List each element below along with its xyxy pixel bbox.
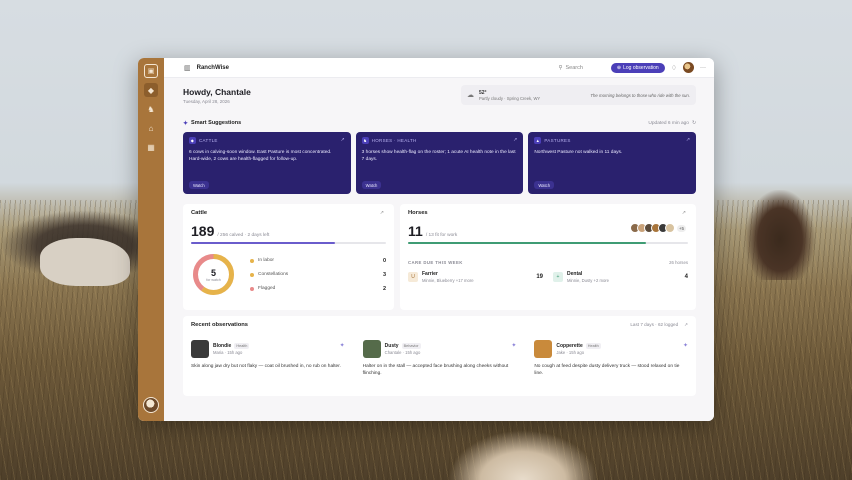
greeting-title: Howdy, Chantale bbox=[183, 87, 251, 97]
horse-avatar bbox=[362, 340, 381, 358]
refresh-icon[interactable]: ↻ bbox=[692, 121, 696, 126]
suggestion-card-pastures[interactable]: ▲ PASTURES ↗ Northwest Pasture not walked… bbox=[528, 132, 697, 194]
bell-icon[interactable]: ♢ bbox=[671, 64, 677, 72]
horses-title: Horses bbox=[408, 210, 428, 216]
cattle-progress-bar bbox=[191, 242, 386, 244]
recent-observations-card: Recent observations Last 7 days · 62 log… bbox=[183, 316, 696, 396]
horse-avatar bbox=[534, 340, 553, 358]
profile-avatar[interactable] bbox=[683, 62, 694, 73]
dashboard-content: Howdy, Chantale Tuesday, April 28, 2026 … bbox=[164, 78, 714, 421]
observation-item[interactable]: Copperette Health Jake · 15h ago ✦ No cou… bbox=[534, 340, 688, 377]
watch-button[interactable]: Watch bbox=[534, 181, 555, 189]
horse-avatar bbox=[191, 340, 209, 358]
sparkle-icon[interactable]: ✦ bbox=[683, 342, 688, 349]
legend-constellations: Constellations 3 bbox=[250, 272, 386, 278]
cloud-icon: ☁ bbox=[467, 92, 474, 99]
care-dental[interactable]: + Dental Minnie, Dusty +2 more 4 bbox=[553, 271, 688, 283]
greeting-date: Tuesday, April 28, 2026 bbox=[183, 99, 230, 104]
horse-avatar-stack[interactable]: +5 bbox=[629, 223, 686, 233]
cattle-card[interactable]: Cattle ↗ 189 / 256 calved · 2 days left bbox=[183, 204, 394, 310]
background-rider bbox=[745, 190, 815, 280]
background-horse-ears bbox=[448, 430, 598, 480]
suggestions-title: Smart Suggestions bbox=[191, 120, 242, 126]
log-observation-button[interactable]: ⊕ Log observation bbox=[610, 62, 665, 73]
horseshoe-icon: U bbox=[408, 272, 418, 282]
cattle-legend: In labor 0 Constellations 3 Flagged 2 bbox=[250, 258, 386, 292]
sparkle-icon[interactable]: ✦ bbox=[511, 342, 516, 349]
nav-horses-icon[interactable]: ♞ bbox=[144, 102, 158, 116]
sparkle-icon: ✦ bbox=[183, 120, 189, 127]
arrow-up-right-icon[interactable]: ↗ bbox=[684, 322, 688, 328]
observation-item[interactable]: Blondie Health Maria · 15h ago ✦ Skin alo… bbox=[191, 340, 345, 377]
more-icon[interactable]: ··· bbox=[700, 65, 706, 71]
observations-title: Recent observations bbox=[191, 322, 249, 328]
care-farrier[interactable]: U Farrier Minnie, Blueberry +17 more 19 bbox=[408, 271, 543, 283]
logo-icon[interactable]: ▣ bbox=[144, 64, 158, 78]
horses-card[interactable]: Horses ↗ 11 / 13 fit for work +5 CARE DU… bbox=[400, 204, 696, 310]
arrow-up-right-icon[interactable]: ↗ bbox=[686, 137, 690, 143]
app-name: RanchWise bbox=[196, 64, 229, 71]
app-window: ▣ ◆ ♞ ⌂ ▦ ▥ RanchWise ⚲ Search ⊕ Log obs… bbox=[138, 58, 714, 421]
nav-grid-icon[interactable]: ▦ bbox=[144, 140, 158, 154]
horses-fit-count: 11 bbox=[408, 223, 423, 239]
pasture-icon: ▲ bbox=[534, 137, 542, 144]
tooth-icon: + bbox=[553, 272, 563, 282]
nav-cattle-icon[interactable]: ◆ bbox=[144, 83, 158, 97]
updated-text: Updated 6 min ago bbox=[648, 120, 689, 126]
horse-icon: ♞ bbox=[361, 137, 369, 144]
watch-donut: 5 for watch bbox=[191, 252, 236, 297]
user-avatar[interactable] bbox=[143, 397, 159, 413]
arrow-up-right-icon[interactable]: ↗ bbox=[682, 210, 686, 216]
sidebar-toggle-icon[interactable]: ▥ bbox=[184, 64, 191, 72]
legend-flagged: Flagged 2 bbox=[250, 286, 386, 292]
suggestion-card-cattle[interactable]: ◆ CATTLE ↗ 6 cows in calving-soon window.… bbox=[183, 132, 351, 194]
search-input[interactable]: ⚲ Search bbox=[558, 65, 582, 71]
observation-item[interactable]: Dusty Behavior Chantale · 15h ago ✦ Halte… bbox=[362, 340, 516, 377]
watch-button[interactable]: Watch bbox=[189, 181, 209, 189]
search-icon: ⚲ bbox=[558, 64, 563, 71]
cattle-calved-count: 189 bbox=[191, 223, 215, 239]
plus-icon: ⊕ bbox=[616, 64, 622, 71]
suggestion-card-horses[interactable]: ♞ HORSES · HEALTH ↗ 3 horses show health-… bbox=[355, 132, 524, 194]
horse-avatar bbox=[664, 223, 675, 233]
legend-in-labor: In labor 0 bbox=[250, 258, 386, 264]
background-white-cow bbox=[40, 238, 130, 286]
cattle-icon: ◆ bbox=[189, 137, 196, 144]
watch-button[interactable]: Watch bbox=[361, 181, 382, 189]
sparkle-icon[interactable]: ✦ bbox=[340, 342, 345, 349]
horses-progress-bar bbox=[408, 242, 688, 244]
weather-widget: ☁ 52° Partly cloudy · Spring Creek, WY T… bbox=[461, 85, 696, 105]
arrow-up-right-icon[interactable]: ↗ bbox=[340, 137, 344, 143]
main-area: ▥ RanchWise ⚲ Search ⊕ Log observation ♢… bbox=[164, 58, 714, 421]
arrow-up-right-icon[interactable]: ↗ bbox=[380, 210, 384, 216]
topbar: ▥ RanchWise ⚲ Search ⊕ Log observation ♢… bbox=[164, 58, 714, 78]
care-due-title: CARE DUE THIS WEEK bbox=[408, 260, 463, 265]
weather-quote: The morning belongs to those who ride wi… bbox=[590, 92, 690, 98]
nav-tag-icon[interactable]: ⌂ bbox=[144, 121, 158, 135]
cattle-title: Cattle bbox=[191, 210, 208, 216]
side-rail: ▣ ◆ ♞ ⌂ ▦ bbox=[138, 58, 164, 421]
arrow-up-right-icon[interactable]: ↗ bbox=[513, 137, 517, 143]
